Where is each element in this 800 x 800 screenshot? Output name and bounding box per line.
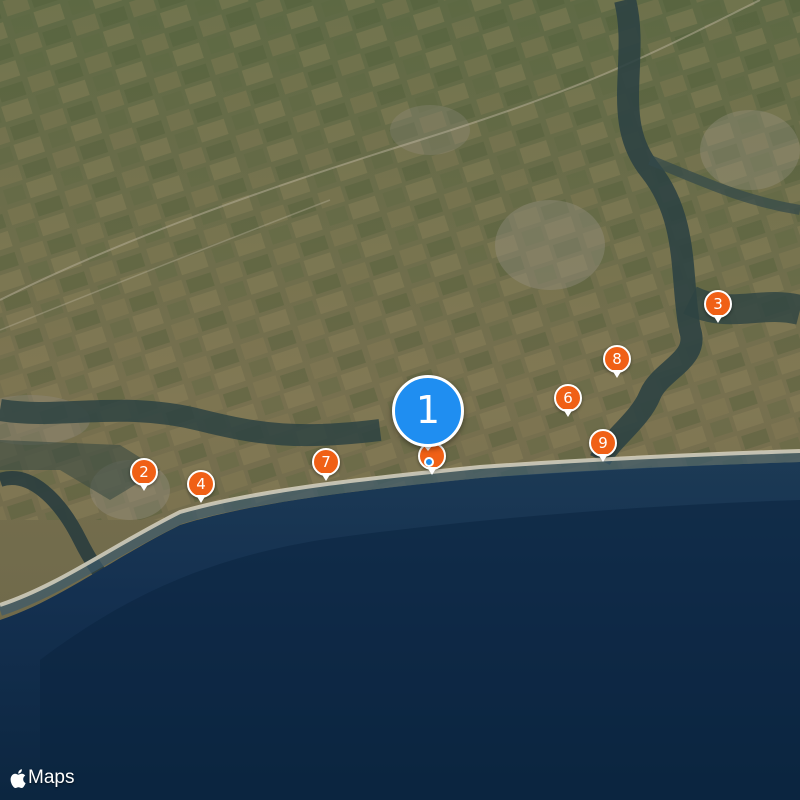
pin-pointer xyxy=(563,409,573,417)
pin-pointer xyxy=(612,370,622,378)
map-pin-3[interactable]: 3 xyxy=(704,290,732,326)
map-pin-7[interactable]: 7 xyxy=(312,448,340,484)
current-location-dot xyxy=(424,457,434,467)
pin-number: 6 xyxy=(554,384,582,412)
maps-brand-text: Maps xyxy=(28,767,75,788)
pin-number: 9 xyxy=(589,429,617,457)
pin-pointer xyxy=(427,467,437,475)
pin-number: 2 xyxy=(130,458,158,486)
pin-pointer xyxy=(598,454,608,462)
selected-cluster-pin[interactable]: 1 xyxy=(392,375,464,447)
pin-number: 7 xyxy=(312,448,340,476)
map-view[interactable]: 2 3 4 6 7 8 9 1 Maps xyxy=(0,0,800,800)
maps-attribution[interactable]: Maps xyxy=(10,766,74,790)
pin-number: 3 xyxy=(704,290,732,318)
map-pin-9[interactable]: 9 xyxy=(589,429,617,465)
pin-pointer xyxy=(321,473,331,481)
map-pin-4[interactable]: 4 xyxy=(187,470,215,506)
pin-number: 8 xyxy=(603,345,631,373)
pin-pointer xyxy=(196,495,206,503)
pin-number: 4 xyxy=(187,470,215,498)
apple-logo-icon xyxy=(10,768,26,788)
map-pin-2[interactable]: 2 xyxy=(130,458,158,494)
map-pin-8[interactable]: 8 xyxy=(603,345,631,381)
map-pin-6[interactable]: 6 xyxy=(554,384,582,420)
pin-pointer xyxy=(713,315,723,323)
pin-pointer xyxy=(139,483,149,491)
